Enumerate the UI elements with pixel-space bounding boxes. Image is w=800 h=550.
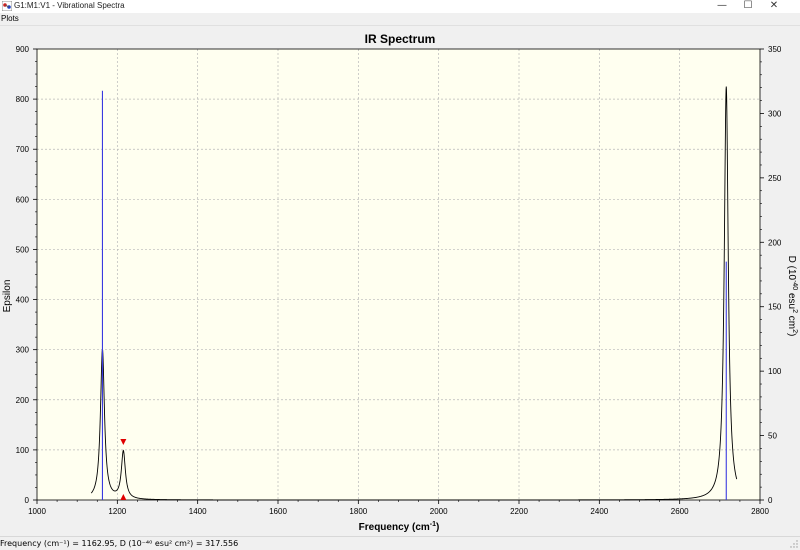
- x-tick-label: 1400: [189, 507, 207, 516]
- x-tick-label: 1600: [269, 507, 287, 516]
- minimize-button[interactable]: —: [710, 0, 734, 13]
- y-right-tick-label: 100: [768, 367, 782, 376]
- y-right-label-c: cm: [786, 313, 797, 329]
- title-bar[interactable]: G1:M1:V1 - Vibrational Spectra — ☐ ✕: [0, 0, 800, 13]
- resize-grip-icon[interactable]: [790, 540, 798, 548]
- y-left-tick-label: 600: [16, 195, 30, 204]
- y-right-label-d: ): [786, 333, 797, 336]
- window-title: G1:M1:V1 - Vibrational Spectra: [14, 1, 125, 10]
- y-left-tick-label: 0: [25, 496, 30, 505]
- menu-item-plots[interactable]: Plots: [1, 13, 19, 25]
- x-axis-label-end: ): [436, 522, 439, 533]
- x-axis-label: Frequency (cm-1): [359, 521, 440, 533]
- y-right-tick-label: 200: [768, 238, 782, 247]
- status-readout: Frequency (cm⁻¹) = 1162.95, D (10⁻⁴⁰ esu…: [0, 539, 239, 548]
- x-tick-label: 2400: [590, 507, 608, 516]
- x-axis-label-main: Frequency (cm: [359, 522, 430, 533]
- x-tick-label: 2000: [430, 507, 448, 516]
- plot-area[interactable]: IR Spectrum 1000 1200 1400 1600 1800 2000 2200…: [0, 25, 800, 536]
- x-tick-label: 1800: [349, 507, 367, 516]
- y-left-tick-label: 400: [16, 296, 30, 305]
- y-axis-right-label: D (10-40 esu2 cm2): [786, 256, 798, 337]
- y-left-tick-label: 300: [16, 346, 30, 355]
- status-bar: Frequency (cm⁻¹) = 1162.95, D (10⁻⁴⁰ esu…: [0, 536, 800, 550]
- close-button[interactable]: ✕: [762, 0, 786, 13]
- y-left-tick-label: 200: [16, 396, 30, 405]
- x-tick-label: 2200: [510, 507, 528, 516]
- y-left-tick-label: 700: [16, 145, 30, 154]
- x-tick-label: 2600: [671, 507, 689, 516]
- y-right-label-sup1: -40: [791, 280, 798, 290]
- y-left-tick-label: 800: [16, 95, 30, 104]
- y-axis-left-label: Epsilon: [2, 280, 13, 313]
- y-right-tick-label: 350: [768, 45, 782, 54]
- plot-background[interactable]: [37, 49, 760, 500]
- menu-bar: Plots: [0, 13, 800, 25]
- ir-spectrum-chart[interactable]: IR Spectrum 1000 1200 1400 1600 1800 2000 2200…: [0, 26, 800, 537]
- x-tick-label: 1200: [108, 507, 126, 516]
- y-right-tick-label: 250: [768, 174, 782, 183]
- x-tick-label: 1000: [28, 507, 46, 516]
- y-right-tick-label: 50: [768, 432, 777, 441]
- y-left-tick-label: 100: [16, 446, 30, 455]
- app-icon: [2, 1, 12, 11]
- y-left-tick-label: 900: [16, 45, 30, 54]
- y-right-label-a: D (10: [786, 256, 797, 281]
- chart-title: IR Spectrum: [365, 32, 436, 46]
- y-right-tick-label: 0: [768, 496, 773, 505]
- y-right-tick-label: 150: [768, 303, 782, 312]
- y-left-tick-label: 500: [16, 245, 30, 254]
- y-right-label-b: esu: [786, 290, 797, 309]
- maximize-button[interactable]: ☐: [736, 0, 760, 13]
- vibrational-spectra-window: G1:M1:V1 - Vibrational Spectra — ☐ ✕ Plo…: [0, 0, 800, 550]
- x-tick-label: 2800: [751, 507, 769, 516]
- y-right-tick-label: 300: [768, 109, 782, 118]
